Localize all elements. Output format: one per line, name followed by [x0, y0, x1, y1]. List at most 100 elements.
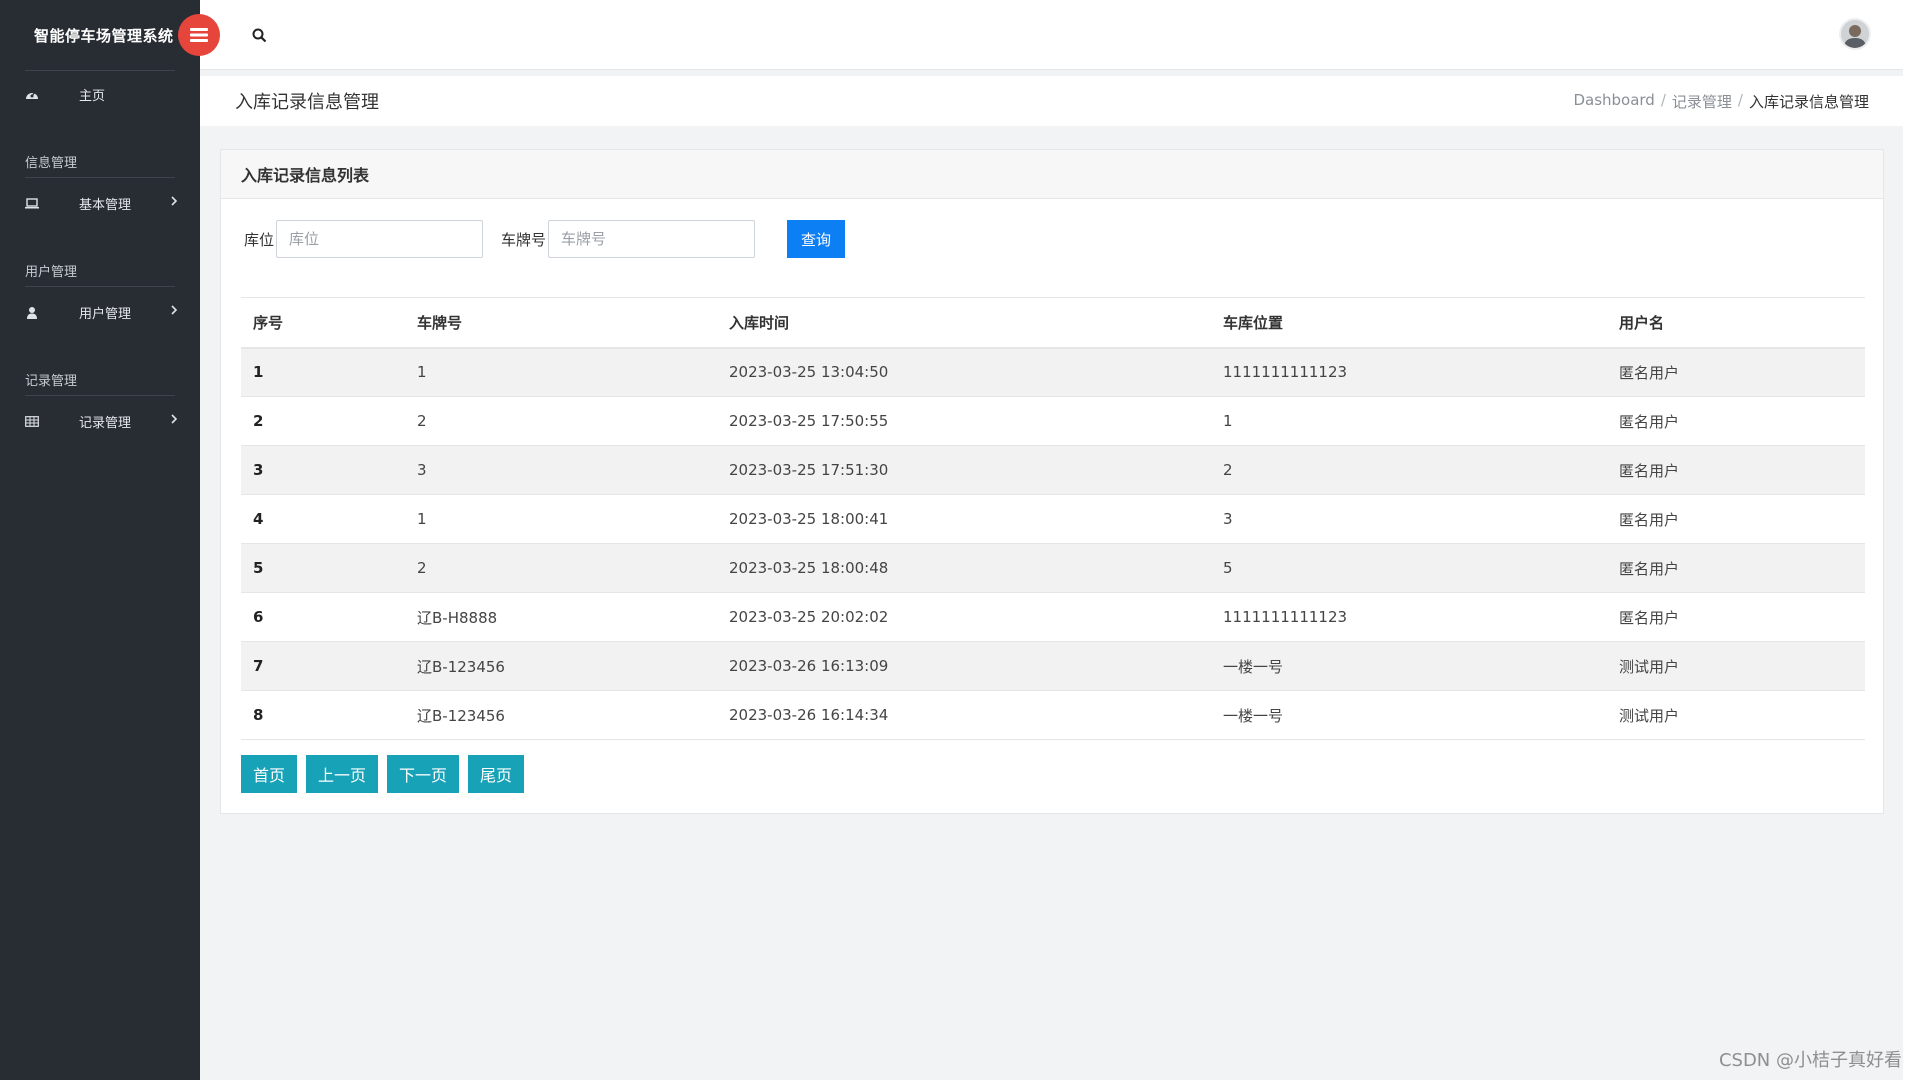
cell-user: 匿名用户 [1607, 445, 1865, 495]
card-title: 入库记录信息列表 [221, 150, 1883, 199]
page-header: 入库记录信息管理 Dashboard / 记录管理 / 入库记录信息管理 [200, 76, 1903, 126]
brand: 智能停车场管理系统 [0, 0, 200, 70]
cell-user: 匿名用户 [1607, 592, 1865, 642]
cell-user: 匿名用户 [1607, 396, 1865, 446]
top-header [200, 0, 1903, 70]
cell-user: 匿名用户 [1607, 543, 1865, 593]
table-header-row: 序号 车牌号 入库时间 车库位置 用户名 [241, 297, 1865, 349]
dashboard-icon [25, 87, 39, 101]
cell-index: 3 [241, 445, 405, 495]
slot-input[interactable] [276, 220, 484, 258]
sidebar-item-records[interactable]: 记录管理 [0, 396, 200, 446]
sidebar-heading-info: 信息管理 [25, 156, 78, 171]
sidebar-item-home[interactable]: 主页 [0, 69, 200, 119]
cell-user: 匿名用户 [1607, 347, 1865, 397]
cell-time: 2023-03-25 18:00:41 [717, 494, 1211, 544]
cell-location: 一楼一号 [1211, 690, 1607, 740]
table-row: 4 1 2023-03-25 18:00:41 3 匿名用户 [241, 494, 1865, 544]
menu-toggle-button[interactable] [178, 14, 220, 56]
cell-plate: 1 [405, 494, 717, 544]
sidebar-item-label: 用户管理 [79, 306, 132, 322]
menu-icon [190, 28, 208, 42]
table-row: 5 2 2023-03-25 18:00:48 5 匿名用户 [241, 543, 1865, 593]
breadcrumb-link-records[interactable]: 记录管理 [1672, 91, 1732, 112]
table-row: 3 3 2023-03-25 17:51:30 2 匿名用户 [241, 445, 1865, 495]
cell-plate: 辽B-123456 [405, 690, 717, 740]
plate-label: 车牌号 [501, 230, 547, 249]
cell-time: 2023-03-25 18:00:48 [717, 543, 1211, 593]
page-title: 入库记录信息管理 [235, 92, 379, 113]
chevron-right-icon [170, 413, 178, 429]
laptop-icon [25, 196, 39, 210]
filter-bar: 库位 车牌号 查询 [244, 220, 846, 258]
query-button[interactable]: 查询 [787, 220, 846, 258]
column-header: 车库位置 [1211, 297, 1607, 349]
table-row: 6 辽B-H8888 2023-03-25 20:02:02 111111111… [241, 592, 1865, 642]
user-icon [25, 305, 39, 319]
pagination: 首页 上一页 下一页 尾页 [241, 755, 525, 793]
column-header: 车牌号 [405, 297, 717, 349]
cell-location: 1111111111123 [1211, 347, 1607, 397]
scrollbar[interactable] [1903, 0, 1920, 1080]
search-icon[interactable] [252, 28, 267, 47]
next-page-button[interactable]: 下一页 [387, 755, 460, 793]
table-icon [25, 414, 39, 428]
cell-plate: 辽B-H8888 [405, 592, 717, 642]
cell-time: 2023-03-26 16:13:09 [717, 641, 1211, 691]
cell-index: 1 [241, 347, 405, 397]
cell-location: 一楼一号 [1211, 641, 1607, 691]
table-row: 2 2 2023-03-25 17:50:55 1 匿名用户 [241, 396, 1865, 446]
cell-index: 6 [241, 592, 405, 642]
cell-location: 2 [1211, 445, 1607, 495]
records-card: 入库记录信息列表 库位 车牌号 查询 序号 车牌号 入库时间 车库位置 用户名 … [220, 149, 1884, 814]
cell-time: 2023-03-26 16:14:34 [717, 690, 1211, 740]
sidebar-item-label: 主页 [79, 88, 106, 104]
breadcrumb-separator: / [1737, 90, 1743, 109]
cell-plate: 2 [405, 543, 717, 593]
cell-user: 匿名用户 [1607, 494, 1865, 544]
sidebar-heading-records: 记录管理 [25, 374, 78, 389]
cell-plate: 2 [405, 396, 717, 446]
sidebar-heading-user: 用户管理 [25, 265, 78, 280]
cell-index: 7 [241, 641, 405, 691]
app-title: 智能停车场管理系统 [34, 26, 174, 45]
watermark: CSDN @小桔子真好看 [1718, 1050, 1902, 1071]
breadcrumb: Dashboard / 记录管理 / 入库记录信息管理 [1573, 91, 1869, 112]
cell-location: 3 [1211, 494, 1607, 544]
breadcrumb-current: 入库记录信息管理 [1748, 92, 1869, 111]
slot-label: 库位 [244, 230, 275, 249]
cell-location: 5 [1211, 543, 1607, 593]
cell-plate: 3 [405, 445, 717, 495]
column-header: 用户名 [1607, 297, 1865, 349]
cell-index: 8 [241, 690, 405, 740]
cell-user: 测试用户 [1607, 690, 1865, 740]
cell-plate: 辽B-123456 [405, 641, 717, 691]
cell-time: 2023-03-25 17:50:55 [717, 396, 1211, 446]
column-header: 入库时间 [717, 297, 1211, 349]
column-header: 序号 [241, 297, 405, 349]
first-page-button[interactable]: 首页 [241, 755, 298, 793]
plate-input[interactable] [548, 220, 756, 258]
cell-index: 4 [241, 494, 405, 544]
table-row: 7 辽B-123456 2023-03-26 16:13:09 一楼一号 测试用… [241, 641, 1865, 691]
chevron-right-icon [170, 195, 178, 211]
cell-user: 测试用户 [1607, 641, 1865, 691]
breadcrumb-separator: / [1660, 90, 1666, 109]
table-row: 1 1 2023-03-25 13:04:50 1111111111123 匿名… [241, 347, 1865, 397]
avatar[interactable] [1839, 18, 1871, 50]
cell-index: 2 [241, 396, 405, 446]
cell-time: 2023-03-25 20:02:02 [717, 592, 1211, 642]
records-table: 序号 车牌号 入库时间 车库位置 用户名 1 1 2023-03-25 13:0… [241, 297, 1865, 740]
sidebar: 智能停车场管理系统 主页 信息管理 基本管理 用户管理 用户管理 记录管理 记录… [0, 0, 200, 1080]
sidebar-item-users[interactable]: 用户管理 [0, 287, 200, 337]
table-row: 8 辽B-123456 2023-03-26 16:14:34 一楼一号 测试用… [241, 690, 1865, 740]
cell-location: 1111111111123 [1211, 592, 1607, 642]
sidebar-item-label: 基本管理 [79, 197, 132, 213]
sidebar-item-basic[interactable]: 基本管理 [0, 178, 200, 228]
prev-page-button[interactable]: 上一页 [306, 755, 379, 793]
cell-index: 5 [241, 543, 405, 593]
breadcrumb-link-dashboard[interactable]: Dashboard [1573, 91, 1654, 112]
last-page-button[interactable]: 尾页 [468, 755, 525, 793]
chevron-right-icon [170, 304, 178, 320]
cell-location: 1 [1211, 396, 1607, 446]
